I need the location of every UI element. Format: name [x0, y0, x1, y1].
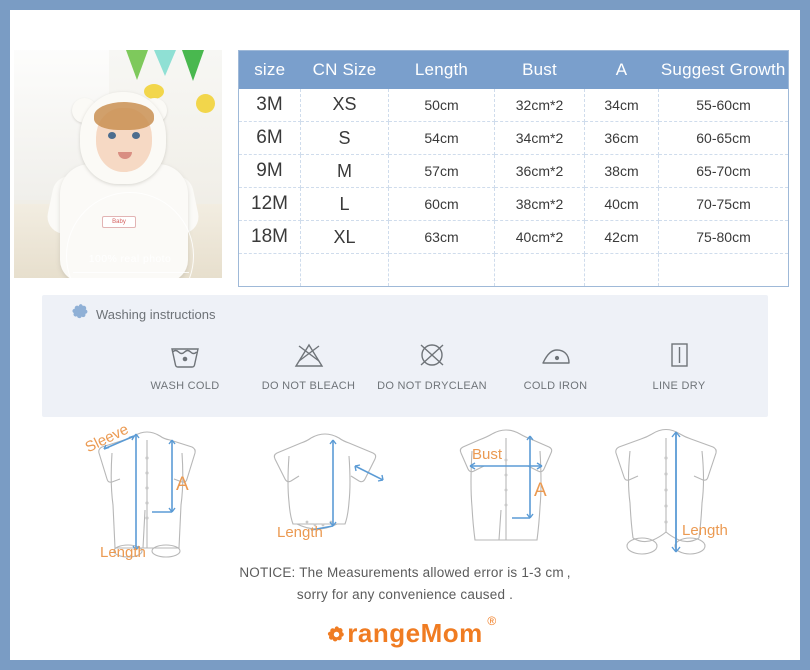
cell-suggest-growth: 75-80cm: [658, 220, 789, 254]
care-label: COLD IRON: [523, 380, 588, 392]
cell-a: 38cm: [584, 154, 659, 188]
wash-cold-tub-icon: [127, 335, 243, 375]
cell-suggest-growth: 70-75cm: [658, 187, 789, 221]
cell-size: 9M: [238, 154, 301, 188]
care-label: LINE DRY: [652, 380, 706, 392]
care-label: DO NOT DRYCLEAN: [377, 380, 487, 392]
table-row: 6M S 54cm 34cm*2 36cm 60-65cm: [238, 121, 789, 155]
care-item-do-not-dryclean: DO NOT DRYCLEAN: [374, 335, 490, 392]
brand-logo: rangeMom ®: [10, 614, 800, 649]
cell-bust: 34cm*2: [494, 121, 585, 155]
cell-suggest-growth: [659, 254, 789, 287]
column-header-a: A: [584, 50, 659, 89]
cell-size: 6M: [238, 121, 301, 155]
cell-cn-size: XS: [300, 88, 389, 122]
cell-length: 54cm: [388, 121, 495, 155]
size-chart-table: size CN Size Length Bust A Suggest Growt…: [238, 50, 789, 287]
washing-instructions-heading: Washing instructions: [72, 303, 215, 325]
cell-cn-size: [300, 253, 389, 287]
care-label: DO NOT BLEACH: [261, 380, 356, 392]
cell-cn-size: M: [300, 154, 389, 188]
blue-flower-star-icon: [72, 303, 89, 325]
cell-length: [388, 253, 495, 287]
washing-instructions-panel: Washing instructions WASH COLD DO NOT BL…: [42, 295, 768, 417]
cell-cn-size: S: [300, 121, 389, 155]
cell-size: 3M: [238, 88, 301, 122]
cell-a: 34cm: [584, 88, 659, 122]
washing-instructions-title: Washing instructions: [96, 306, 216, 322]
care-label: WASH COLD: [150, 380, 220, 392]
label-length: Length: [100, 544, 146, 561]
table-row-empty: [238, 253, 789, 287]
cell-a: 36cm: [584, 121, 659, 155]
cell-bust: 36cm*2: [494, 154, 585, 188]
bunting-flag: [154, 50, 176, 76]
watermark-divider: [73, 272, 189, 273]
watermark-line-1: 100% real photo: [88, 253, 172, 265]
baby-eye-left: [108, 132, 116, 139]
cell-bust: 38cm*2: [494, 187, 585, 221]
label-a: A: [534, 480, 547, 501]
notice-line-2: sorry for any convenience caused .: [296, 587, 514, 602]
cell-length: 60cm: [388, 187, 495, 221]
top-section: Baby 100% real photo By Orangemom size C…: [10, 40, 800, 287]
table-row: 12M L 60cm 38cm*2 40cm 70-75cm: [238, 187, 789, 221]
cell-size: [238, 253, 301, 287]
cell-length: 57cm: [388, 154, 495, 188]
care-item-line-dry: LINE DRY: [621, 335, 737, 392]
care-item-do-not-bleach: DO NOT BLEACH: [251, 335, 367, 392]
diagram-footed-romper: Length: [590, 418, 780, 568]
label-length: Length: [682, 522, 728, 539]
care-symbol-list: WASH COLD DO NOT BLEACH DO NOT DRYCLEAN …: [127, 335, 737, 392]
column-header-size: size: [238, 50, 301, 89]
cell-suggest-growth: 65-70cm: [658, 154, 789, 188]
cell-suggest-growth: 55-60cm: [658, 88, 789, 122]
cell-size: 18M: [238, 220, 301, 254]
care-item-wash-cold: WASH COLD: [127, 335, 243, 392]
do-not-dryclean-circle-icon: [374, 335, 490, 375]
cell-a: [584, 253, 659, 287]
cell-length: 50cm: [388, 88, 495, 122]
table-row: 18M XL 63cm 40cm*2 42cm 75-80cm: [238, 220, 789, 254]
cell-length: 63cm: [388, 220, 495, 254]
cell-a: 40cm: [584, 187, 659, 221]
bunting-flag: [126, 50, 148, 80]
brand-name: rangeMom: [347, 618, 483, 648]
diagram-long-sleeve-romper: Sleeve Length A: [72, 418, 262, 568]
label-a: A: [176, 474, 189, 495]
care-item-cold-iron: COLD IRON: [498, 335, 614, 392]
cell-cn-size: L: [300, 187, 389, 221]
garment-measurement-diagrams: Sleeve Length A Length Bust A Length: [10, 418, 800, 568]
orange-flower-o-icon: [327, 620, 346, 642]
label-bust: Bust: [472, 446, 503, 463]
cell-size: 12M: [238, 187, 301, 221]
product-size-chart-page: Baby 100% real photo By Orangemom size C…: [10, 10, 800, 660]
product-photo: Baby 100% real photo By Orangemom: [14, 50, 222, 278]
baby-hair: [94, 102, 154, 130]
baby-eye-right: [132, 132, 140, 139]
line-dry-icon: [621, 335, 737, 375]
diagram-bodysuit: Length: [255, 418, 445, 568]
column-header-suggest-growth: Suggest Growth: [658, 50, 789, 89]
cold-iron-icon: [498, 335, 614, 375]
table-row: 3M XS 50cm 32cm*2 34cm 55-60cm: [238, 88, 789, 122]
column-header-cn-size: CN Size: [300, 50, 389, 89]
cell-a: 42cm: [584, 220, 659, 254]
notice-line-1: NOTICE: The Measurements allowed error i…: [239, 565, 571, 580]
table-row: 9M M 57cm 36cm*2 38cm 65-70cm: [238, 154, 789, 188]
cell-suggest-growth: 60-65cm: [658, 121, 789, 155]
table-header-row: size CN Size Length Bust A Suggest Growt…: [238, 50, 789, 89]
cell-cn-size: XL: [300, 220, 389, 254]
column-header-bust: Bust: [494, 50, 585, 89]
label-length: Length: [277, 524, 323, 541]
measurement-notice: NOTICE: The Measurements allowed error i…: [10, 562, 800, 606]
cell-bust: 40cm*2: [494, 220, 585, 254]
registered-mark: ®: [487, 614, 497, 628]
bunting-flag: [182, 50, 204, 81]
cell-bust: 32cm*2: [494, 88, 585, 122]
do-not-bleach-triangle-icon: [251, 335, 367, 375]
brand-logo-text: rangeMom ®: [327, 614, 496, 649]
cell-bust: [494, 253, 585, 287]
column-header-length: Length: [388, 50, 495, 89]
